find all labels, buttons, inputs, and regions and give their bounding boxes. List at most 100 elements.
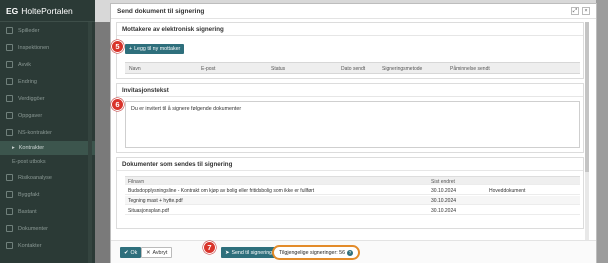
document-name: Budsdopplysningsline - Kontrakt om kjøp … bbox=[128, 188, 315, 194]
task-icon bbox=[6, 112, 13, 119]
warning-icon bbox=[6, 61, 13, 68]
sidebar-item-ns-kontrakter[interactable]: NS-kontrakter bbox=[0, 124, 95, 141]
column-header: Status bbox=[271, 66, 286, 72]
add-recipient-label: Legg til ny mottaker bbox=[134, 46, 181, 52]
sidebar-item-kontrakter[interactable]: ▸ Kontrakter bbox=[0, 141, 95, 155]
sidebar-item-spilleder[interactable]: Spilleder bbox=[0, 22, 95, 39]
checklist-icon bbox=[6, 44, 13, 51]
sidebar-item-inspeksjoner[interactable]: Inspektionen bbox=[0, 39, 95, 56]
dialog-footer: ✔ Ok ✕ Avbryt ➤ Send til signering Tilgj… bbox=[111, 240, 596, 263]
document-date: 30.10.2024 bbox=[431, 208, 457, 214]
sidebar-item-verdier[interactable]: Verdiggöer bbox=[0, 90, 95, 107]
sidebar-item-epost-utboks[interactable]: E-post utboks bbox=[0, 155, 95, 169]
column-header: Sist endret bbox=[431, 179, 455, 185]
cancel-button[interactable]: ✕ Avbryt bbox=[141, 247, 173, 258]
brand[interactable]: EG HolteP​ortalen bbox=[0, 0, 95, 22]
sidebar-item-endring[interactable]: Endring bbox=[0, 73, 95, 90]
document-tag: Hoveddokument bbox=[489, 188, 526, 194]
help-icon[interactable]: ? bbox=[347, 249, 354, 256]
column-header: Påminnelse sendt bbox=[450, 66, 490, 72]
ok-label: Ok bbox=[130, 249, 138, 256]
sidebar-item-label: NS-kontrakter bbox=[18, 129, 52, 136]
sidebar-item-bastant[interactable]: Bastant bbox=[0, 203, 95, 220]
table-row[interactable]: Budsdopplysningsline - Kontrakt om kjøp … bbox=[125, 186, 580, 195]
app-right-backdrop bbox=[596, 0, 608, 263]
send-label: Send til signering bbox=[231, 249, 273, 256]
list-icon bbox=[6, 95, 13, 102]
send-to-signing-button[interactable]: ➤ Send til signering bbox=[221, 247, 277, 258]
step-badge-7: 7 bbox=[203, 241, 216, 254]
sidebar-item-label: Byggfakt bbox=[18, 191, 40, 198]
column-header: Dato sendt bbox=[341, 66, 366, 72]
brand-name: HolteP​ortalen bbox=[21, 5, 73, 16]
sidebar-item-risikoanalyse[interactable]: Risikoanalyse bbox=[0, 169, 95, 186]
sidebar-item-byggfakt[interactable]: Byggfakt bbox=[0, 186, 95, 203]
cancel-label: Avbryt bbox=[152, 249, 168, 256]
step-badge-6: 6 bbox=[111, 98, 124, 111]
sidebar-item-dokumenter[interactable]: Dokumenter bbox=[0, 220, 95, 237]
column-header: E-post bbox=[201, 66, 216, 72]
sidebar-item-label: Bastant bbox=[18, 208, 37, 215]
close-icon: ✕ bbox=[146, 249, 151, 256]
maximize-icon[interactable]: ⤢ bbox=[571, 7, 579, 15]
recipients-panel: Mottakere av elektronisk signering + Leg… bbox=[116, 22, 584, 79]
column-header: Signeringsmetode bbox=[382, 66, 423, 72]
table-row[interactable]: Tegning mast + hytte.pdf 30.10.2024 bbox=[125, 196, 580, 205]
sidebar-item-label: E-post utboks bbox=[12, 159, 46, 165]
sidebar-scrollbar[interactable] bbox=[88, 22, 92, 263]
document-name: Tegning mast + hytte.pdf bbox=[128, 198, 183, 204]
sidebar: EG HolteP​ortalen Spilleder Inspektionen… bbox=[0, 0, 95, 263]
ok-button[interactable]: ✔ Ok bbox=[120, 247, 142, 258]
risk-icon bbox=[6, 174, 13, 181]
building-icon bbox=[6, 191, 13, 198]
edit-icon bbox=[6, 78, 13, 85]
document-date: 30.10.2024 bbox=[431, 188, 457, 194]
sidebar-item-label: Kontrakter bbox=[18, 145, 45, 151]
sidebar-item-label: Dokumenter bbox=[18, 225, 48, 232]
sidebar-item-label: Endring bbox=[18, 78, 37, 85]
dialog-title: Send dokument til signering bbox=[117, 7, 205, 15]
recipients-heading: Mottakere av elektronisk signering bbox=[117, 23, 583, 36]
send-icon: ➤ bbox=[225, 249, 230, 256]
scrollbar-thumb[interactable] bbox=[585, 22, 589, 172]
dialog-scrollbar[interactable] bbox=[585, 22, 589, 240]
available-signings-label: Tilgjengelige signeringer: 56 bbox=[279, 249, 346, 256]
check-icon: ✔ bbox=[124, 249, 129, 256]
invitation-heading: Invitasjonstekst bbox=[117, 84, 583, 97]
sidebar-item-kontakter[interactable]: Kontakter bbox=[0, 237, 95, 254]
caret-right-icon: ▸ bbox=[12, 145, 15, 151]
close-icon[interactable]: × bbox=[582, 7, 590, 15]
contacts-icon bbox=[6, 242, 13, 249]
recipients-table-header: Navn E-post Status Dato sendt Signerings… bbox=[125, 62, 580, 74]
step-badge-5: 5 bbox=[111, 40, 124, 53]
sidebar-item-label: Oppgaver bbox=[18, 112, 43, 119]
send-to-signing-dialog: Send dokument til signering ⤢ × Mottaker… bbox=[110, 3, 597, 263]
available-signings-badge: Tilgjengelige signeringer: 56 ? bbox=[272, 245, 361, 260]
contract-icon bbox=[6, 129, 13, 136]
sidebar-item-label: Kontakter bbox=[18, 242, 42, 249]
document-icon bbox=[6, 225, 13, 232]
dialog-header: Send dokument til signering ⤢ × bbox=[111, 4, 596, 19]
add-recipient-button[interactable]: + Legg til ny mottaker bbox=[125, 44, 185, 54]
column-header: Navn bbox=[129, 66, 141, 72]
plus-icon: + bbox=[129, 46, 133, 52]
invitation-panel: Invitasjonstekst Du er invitert til å si… bbox=[116, 83, 584, 153]
column-header: Filnavn bbox=[128, 179, 145, 185]
sidebar-item-label: Spilleder bbox=[18, 27, 40, 34]
table-row[interactable]: Situasjonsplan.pdf 30.10.2024 bbox=[125, 206, 580, 215]
document-name: Situasjonsplan.pdf bbox=[128, 208, 169, 214]
sidebar-item-label: Verdiggöer bbox=[18, 95, 45, 102]
calendar-icon bbox=[6, 27, 13, 34]
sidebar-item-label: Avvik bbox=[18, 61, 32, 68]
sidebar-item-label: Inspektionen bbox=[18, 44, 50, 51]
dialog-window-controls: ⤢ × bbox=[571, 7, 590, 15]
sidebar-item-avvik[interactable]: Avvik bbox=[0, 56, 95, 73]
stack-icon bbox=[6, 208, 13, 215]
sidebar-item-oppgaver[interactable]: Oppgaver bbox=[0, 107, 95, 124]
document-date: 30.10.2024 bbox=[431, 198, 457, 204]
documents-panel: Dokumenter som sendes til signering Filn… bbox=[116, 157, 584, 229]
sidebar-item-label: Risikoanalyse bbox=[18, 174, 52, 181]
brand-prefix: EG bbox=[6, 5, 19, 16]
invitation-text-input[interactable]: Du er invitert til å signere følgende do… bbox=[125, 101, 580, 148]
documents-table-header: Filnavn Sist endret bbox=[125, 176, 580, 185]
